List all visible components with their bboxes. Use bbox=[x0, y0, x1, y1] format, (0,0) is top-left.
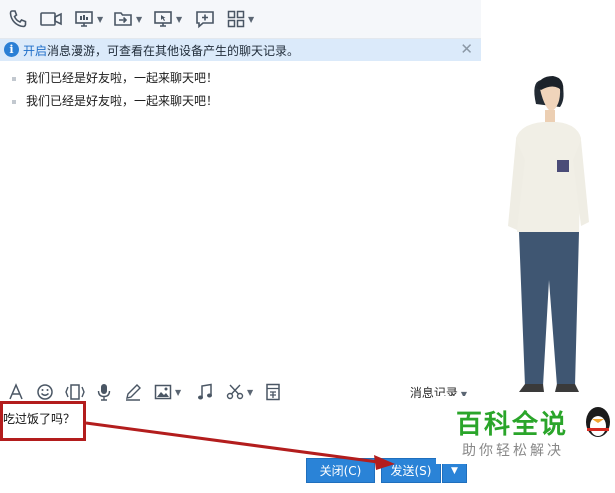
annotation-arrow bbox=[85, 421, 395, 470]
